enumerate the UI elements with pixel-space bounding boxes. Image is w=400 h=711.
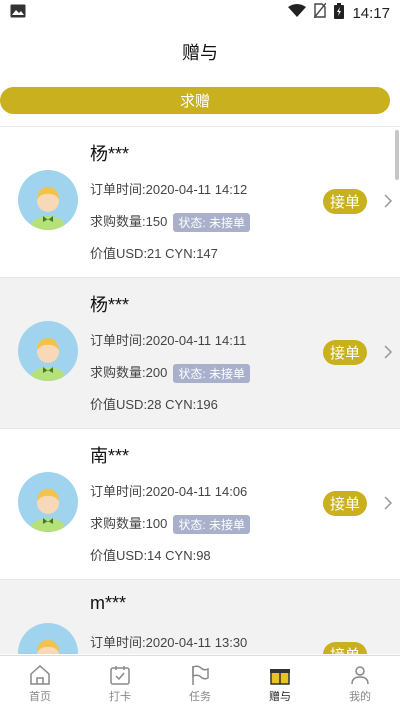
request-quantity: 求购数量:150 — [90, 214, 168, 229]
accept-order-button[interactable]: 接单 — [323, 491, 367, 516]
user-name: 杨*** — [90, 144, 130, 164]
order-time: 订单时间:2020-04-11 13:30 — [90, 635, 248, 650]
order-card[interactable]: m*** 订单时间:2020-04-11 13:30 接单 — [0, 579, 400, 654]
tab-home[interactable]: 首页 — [0, 656, 80, 711]
order-time: 订单时间:2020-04-11 14:12 — [90, 182, 248, 197]
tab-label: 首页 — [29, 691, 51, 703]
tab-gift[interactable]: 赠与 — [240, 656, 320, 711]
accept-order-button[interactable]: 接单 — [323, 189, 367, 214]
status-time: 14:17 — [352, 4, 390, 22]
avatar — [18, 623, 78, 654]
order-time: 订单时间:2020-04-11 14:06 — [90, 484, 248, 499]
flag-icon — [192, 665, 209, 685]
user-name: m*** — [90, 593, 127, 613]
tab-label: 赠与 — [269, 691, 291, 703]
request-quantity: 求购数量:200 — [90, 365, 168, 380]
order-card[interactable]: 南*** 订单时间:2020-04-11 14:06 求购数量:100 状态: 未… — [0, 428, 400, 579]
wifi-icon — [288, 3, 307, 23]
gift-icon — [270, 669, 290, 685]
battery-charging-icon — [334, 2, 345, 24]
tab-tasks[interactable]: 任务 — [160, 656, 240, 711]
list-scrollbar[interactable] — [395, 130, 399, 180]
no-sim-icon — [313, 2, 327, 23]
chevron-right-icon[interactable] — [383, 193, 393, 209]
accept-order-button[interactable]: 接单 — [323, 340, 367, 365]
status-bar: 14:17 — [0, 0, 400, 26]
tab-label: 我的 — [349, 691, 371, 703]
profile-icon — [351, 666, 369, 685]
order-time: 订单时间:2020-04-11 14:11 — [90, 333, 247, 348]
quantity-row: 求购数量:200 状态: 未接单 — [90, 362, 250, 384]
bottom-tab-bar: 首页 打卡 任务 赠与 我的 — [0, 655, 400, 711]
accept-order-button[interactable]: 接单 — [323, 642, 367, 654]
tab-profile[interactable]: 我的 — [320, 656, 400, 711]
chevron-right-icon[interactable] — [383, 344, 393, 360]
status-badge: 状态: 未接单 — [173, 515, 250, 535]
quantity-row: 求购数量:150 状态: 未接单 — [90, 211, 250, 233]
status-badge: 状态: 未接单 — [173, 364, 250, 384]
avatar — [18, 170, 78, 230]
order-value: 价值USD:28 CYN:196 — [90, 397, 218, 412]
avatar — [18, 472, 78, 532]
tab-checkin[interactable]: 打卡 — [80, 656, 160, 711]
page-header: 赠与 — [0, 26, 400, 78]
tab-label: 打卡 — [109, 691, 131, 703]
order-card[interactable]: 杨*** 订单时间:2020-04-11 14:11 求购数量:200 状态: 未… — [0, 277, 400, 428]
order-list[interactable]: 杨*** 订单时间:2020-04-11 14:12 求购数量:150 状态: 未… — [0, 126, 400, 654]
tab-label: 任务 — [189, 691, 211, 703]
avatar — [18, 321, 78, 381]
order-value: 价值USD:21 CYN:147 — [90, 246, 218, 261]
chevron-right-icon[interactable] — [383, 495, 393, 511]
checkin-icon — [110, 666, 130, 685]
quantity-row: 求购数量:100 状态: 未接单 — [90, 513, 250, 535]
request-quantity: 求购数量:100 — [90, 516, 168, 531]
order-value: 价值USD:14 CYN:98 — [90, 548, 211, 563]
user-name: 杨*** — [90, 295, 130, 315]
order-card[interactable]: 杨*** 订单时间:2020-04-11 14:12 求购数量:150 状态: 未… — [0, 126, 400, 277]
user-name: 南*** — [90, 446, 130, 466]
request-gift-button[interactable]: 求赠 — [0, 87, 390, 114]
gallery-notification-icon — [10, 4, 26, 23]
home-icon — [30, 664, 50, 685]
status-badge: 状态: 未接单 — [173, 213, 250, 233]
page-title: 赠与 — [182, 43, 218, 63]
